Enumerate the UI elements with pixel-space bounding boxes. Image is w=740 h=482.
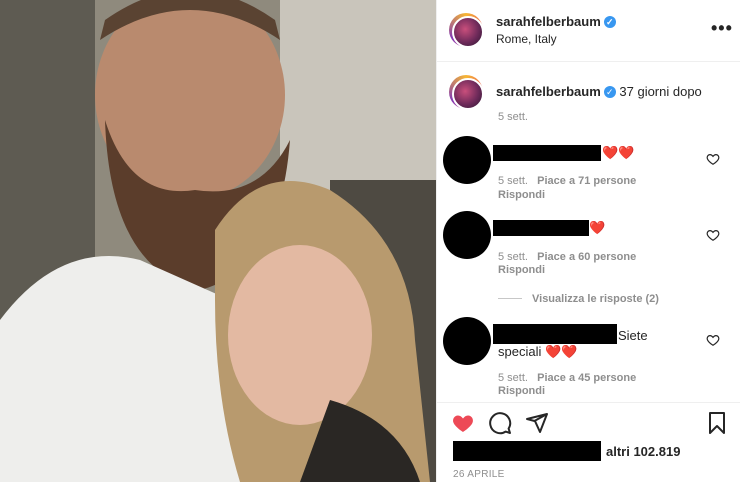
- redacted-username: [493, 145, 601, 161]
- comment-time[interactable]: 5 sett.: [498, 372, 528, 384]
- photo-illustration: [0, 0, 436, 482]
- caption-avatar[interactable]: [449, 75, 484, 110]
- comment-likes[interactable]: Piace a 45 persone: [537, 372, 636, 384]
- caption-time[interactable]: 5 sett.: [498, 111, 528, 123]
- caption: sarahfelberbaum ✓ 37 giorni dopo: [496, 84, 702, 99]
- view-replies-button[interactable]: Visualizza le risposte (2): [498, 293, 659, 305]
- comment-text-line2: speciali ❤️❤️: [498, 344, 578, 359]
- comment-meta: 5 sett. Piace a 45 persone: [498, 372, 636, 384]
- comment-like-icon[interactable]: [706, 152, 720, 166]
- comment-time[interactable]: 5 sett.: [498, 175, 528, 187]
- comment-likes[interactable]: Piace a 71 persone: [537, 175, 636, 187]
- comment-avatar[interactable]: [443, 211, 491, 259]
- redacted-username: [493, 324, 617, 344]
- post-header: sarahfelberbaum ✓ Rome, Italy •••: [437, 0, 740, 62]
- caption-username[interactable]: sarahfelberbaum: [496, 84, 601, 99]
- author-avatar[interactable]: [449, 13, 484, 48]
- likes-count[interactable]: altri 102.819: [606, 444, 680, 459]
- comment-text: ❤️: [589, 220, 606, 235]
- author-username-text[interactable]: sarahfelberbaum: [496, 14, 601, 29]
- heart-filled-icon[interactable]: [451, 411, 475, 435]
- comment-icon[interactable]: [488, 411, 512, 435]
- comment-meta: 5 sett. Piace a 60 persone: [498, 251, 636, 263]
- post-side-panel: sarahfelberbaum ✓ Rome, Italy ••• sarahfe…: [436, 0, 740, 482]
- view-replies-text[interactable]: Visualizza le risposte (2): [532, 293, 659, 305]
- verified-badge-icon: ✓: [603, 16, 616, 28]
- caption-text: 37 giorni dopo: [619, 84, 702, 99]
- comment-avatar[interactable]: [443, 136, 491, 184]
- share-icon[interactable]: [525, 411, 549, 435]
- post-actions-bar: [437, 402, 740, 442]
- comment-like-icon[interactable]: [706, 333, 720, 347]
- comment-likes[interactable]: Piace a 60 persone: [537, 251, 636, 263]
- comment-meta: 5 sett. Piace a 71 persone: [498, 175, 636, 187]
- post-photo[interactable]: [0, 0, 436, 482]
- post-date[interactable]: 26 APRILE: [453, 469, 505, 480]
- reply-button[interactable]: Rispondi: [498, 385, 545, 397]
- reply-button[interactable]: Rispondi: [498, 189, 545, 201]
- author-username[interactable]: sarahfelberbaum ✓: [496, 14, 616, 29]
- comment-text: Siete: [618, 328, 648, 343]
- comment-text: ❤️❤️: [602, 145, 635, 160]
- comment-avatar[interactable]: [443, 317, 491, 365]
- bookmark-icon[interactable]: [705, 411, 729, 435]
- post-location[interactable]: Rome, Italy: [496, 32, 557, 46]
- redacted-username: [493, 220, 589, 236]
- verified-badge-icon: ✓: [603, 86, 616, 98]
- comment-time[interactable]: 5 sett.: [498, 251, 528, 263]
- comment-like-icon[interactable]: [706, 228, 720, 242]
- more-options-icon[interactable]: •••: [711, 18, 733, 39]
- redacted-liked-by: [453, 441, 601, 461]
- view-replies-line: [498, 298, 522, 299]
- reply-button[interactable]: Rispondi: [498, 264, 545, 276]
